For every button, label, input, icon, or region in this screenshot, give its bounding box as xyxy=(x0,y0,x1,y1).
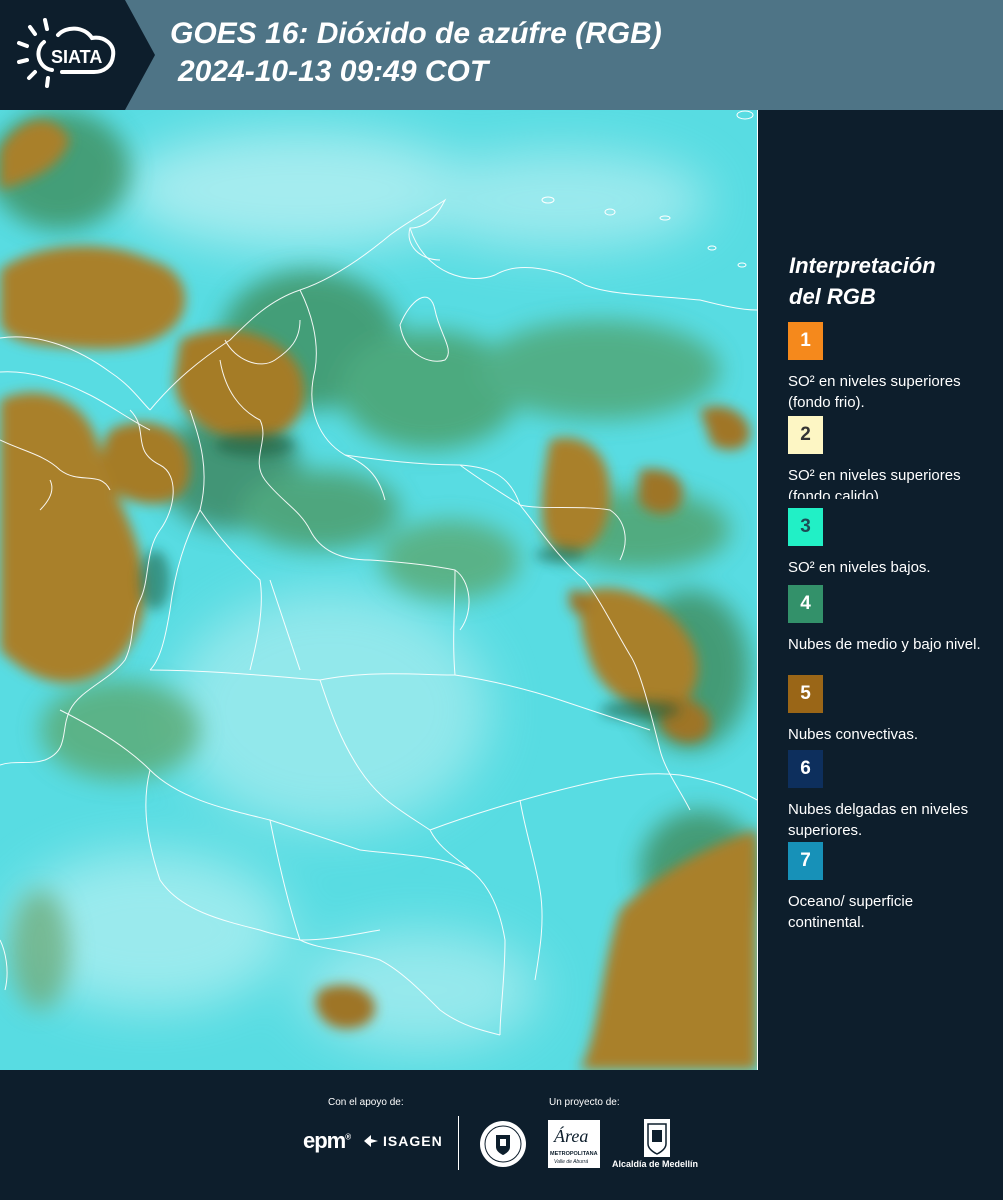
legend-item: 6 Nubes delgadas en niveles superiores. xyxy=(788,750,988,841)
legend-number: 2 xyxy=(800,424,811,445)
legend-item: 7 Oceano/ superficie continental. xyxy=(788,842,988,933)
area-metropolitana-logo: Área METROPOLITANA Valle de Aburrá xyxy=(548,1120,600,1168)
isagen-logo-text: ISAGEN xyxy=(383,1133,443,1149)
siata-logo-block: SIATA xyxy=(0,0,155,110)
siata-logo: SIATA xyxy=(17,18,116,88)
legend-item: 2 SO² en niveles superiores (fondo calid… xyxy=(788,416,988,499)
header-bar: SIATA GOES 16: Dióxido de azúfre (RGB) 2… xyxy=(0,0,1003,110)
legend-number: 7 xyxy=(800,850,811,871)
legend-description: Nubes convectivas. xyxy=(788,726,919,743)
sponsors-footer: Con el apoyo de: Un proyecto de: epm® IS… xyxy=(0,1070,1003,1200)
area-logo-sub: METROPOLITANA xyxy=(550,1151,598,1157)
footer-divider xyxy=(458,1116,459,1170)
legend-title-line1: Interpretación xyxy=(789,253,936,278)
legend-swatch: 3 xyxy=(788,508,823,546)
map-timestamp: 2024-10-13 09:49 COT xyxy=(178,55,489,88)
isagen-icon xyxy=(364,1135,378,1147)
siata-logo-text: SIATA xyxy=(51,47,102,67)
legend-swatch: 6 xyxy=(788,750,823,788)
isagen-logo: ISAGEN xyxy=(362,1133,443,1149)
legend-description: SO² en niveles bajos. xyxy=(788,559,931,576)
legend-description: Oceano/ superficie continental. xyxy=(788,893,914,931)
alcaldia-text: Alcaldía de Medellín xyxy=(612,1159,699,1169)
legend-number: 5 xyxy=(800,683,811,704)
legend-swatch: 2 xyxy=(788,416,823,454)
satellite-image xyxy=(0,110,757,1070)
map-title: GOES 16: Dióxido de azúfre (RGB) xyxy=(170,17,662,50)
legend-item: 3 SO² en niveles bajos. xyxy=(788,508,988,578)
area-logo-sub2: Valle de Aburrá xyxy=(554,1159,589,1165)
legend-description: Nubes de medio y bajo nivel. xyxy=(788,636,981,653)
epm-logo-text: epm xyxy=(303,1128,346,1153)
epm-logo: epm® xyxy=(303,1128,351,1153)
legend-title: Interpretación del RGB xyxy=(789,250,989,312)
legend-description: SO² en niveles superiores (fondo calido)… xyxy=(788,467,961,499)
legend-number: 6 xyxy=(800,758,811,779)
legend-swatch: 4 xyxy=(788,585,823,623)
legend-description: Nubes delgadas en niveles superiores. xyxy=(788,801,969,839)
legend-swatch: 5 xyxy=(788,675,823,713)
rgb-legend: Interpretación del RGB 1 SO² en niveles … xyxy=(758,110,1003,1070)
legend-number: 4 xyxy=(800,593,811,614)
legend-item: 5 Nubes convectivas. xyxy=(788,675,988,745)
area-logo-name: Área xyxy=(554,1126,589,1146)
medellin-seal-icon xyxy=(480,1121,526,1167)
legend-number: 1 xyxy=(800,330,811,351)
legend-description: SO² en niveles superiores (fondo frio). xyxy=(788,373,961,411)
legend-number: 3 xyxy=(800,516,811,537)
legend-swatch: 1 xyxy=(788,322,823,360)
alcaldia-shield-icon xyxy=(644,1119,670,1157)
project-label: Un proyecto de: xyxy=(549,1097,620,1108)
satellite-map[interactable] xyxy=(0,110,758,1071)
legend-title-line2: del RGB xyxy=(789,284,876,309)
support-label: Con el apoyo de: xyxy=(328,1097,404,1108)
legend-item: 4 Nubes de medio y bajo nivel. xyxy=(788,585,988,655)
legend-item: 1 SO² en niveles superiores (fondo frio)… xyxy=(788,322,988,413)
legend-swatch: 7 xyxy=(788,842,823,880)
